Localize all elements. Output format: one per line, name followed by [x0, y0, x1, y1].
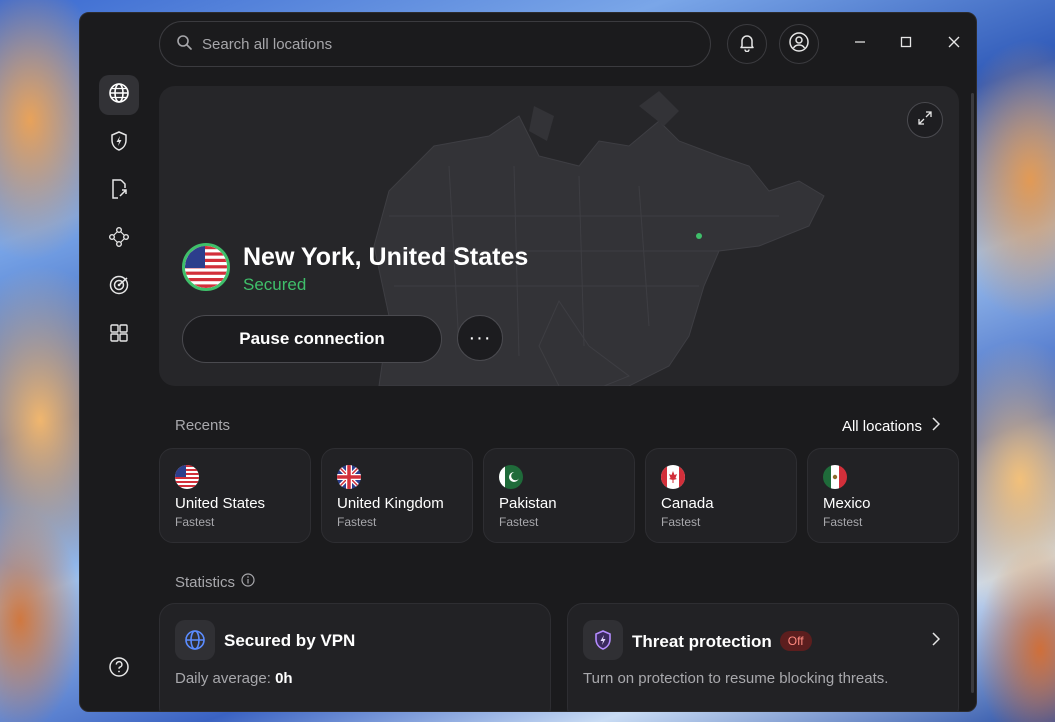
- recent-location-card[interactable]: Mexico Fastest: [807, 448, 959, 543]
- connection-status: Secured: [243, 275, 307, 294]
- recent-location-name: Pakistan: [499, 495, 557, 512]
- all-locations-label: All locations: [841, 417, 922, 435]
- recent-location-sub: Fastest: [499, 515, 539, 529]
- search-input[interactable]: [202, 35, 662, 53]
- help-button[interactable]: [99, 649, 139, 689]
- recent-location-name: United States: [175, 495, 266, 512]
- vpn-stats-title: Secured by VPN: [224, 631, 356, 650]
- sidebar-item-apps[interactable]: [99, 315, 139, 355]
- status-badge: Off: [779, 631, 812, 651]
- expand-icon: [918, 110, 932, 130]
- minimize-icon: [854, 35, 866, 53]
- maximize-button[interactable]: [895, 33, 917, 55]
- bell-icon: [737, 32, 757, 57]
- recent-location-name: Canada: [661, 495, 714, 512]
- sidebar-item-vpn[interactable]: [99, 75, 139, 115]
- sidebar-item-threat-protection[interactable]: [99, 123, 139, 163]
- recent-location-sub: Fastest: [823, 515, 863, 529]
- account-button[interactable]: [779, 24, 819, 64]
- more-options-button[interactable]: ···: [457, 315, 503, 361]
- recent-location-card[interactable]: Canada Fastest: [645, 448, 797, 543]
- minimize-button[interactable]: [849, 33, 871, 55]
- notifications-button[interactable]: [727, 24, 767, 64]
- chevron-right-icon[interactable]: [932, 632, 941, 651]
- recent-location-name: United Kingdom: [337, 495, 444, 512]
- app-window: New York, United States Secured Pause co…: [79, 12, 977, 712]
- chevron-right-icon: [932, 417, 941, 435]
- all-locations-link[interactable]: All locations: [841, 417, 941, 435]
- maximize-icon: [900, 35, 912, 53]
- scrollbar[interactable]: [971, 93, 974, 693]
- connection-map[interactable]: New York, United States Secured Pause co…: [159, 86, 959, 386]
- expand-map-button[interactable]: [907, 102, 943, 138]
- close-button[interactable]: [943, 33, 965, 55]
- threat-protection-desc: Turn on protection to resume blocking th…: [583, 670, 889, 687]
- statistics-header: Statistics: [175, 573, 255, 591]
- threat-protection-card[interactable]: Threat protection Off Turn on protection …: [567, 603, 959, 711]
- daily-average-value: 0h: [275, 670, 293, 687]
- location-dot: [696, 233, 702, 239]
- threat-protection-title-row: Threat protection Off: [632, 631, 812, 652]
- recent-location-sub: Fastest: [337, 515, 377, 529]
- sidebar-item-file-share[interactable]: [99, 171, 139, 211]
- daily-average-label: Daily average:: [175, 670, 276, 687]
- us-flag-icon: [175, 465, 199, 489]
- pakistan-flag-icon: [499, 465, 523, 489]
- apps-grid-icon: [108, 322, 130, 349]
- recent-location-card[interactable]: United States Fastest: [159, 448, 311, 543]
- search-bar[interactable]: [159, 21, 711, 67]
- uk-flag-icon: [337, 465, 361, 489]
- pause-connection-button[interactable]: Pause connection: [182, 315, 442, 363]
- recent-location-name: Mexico: [823, 495, 871, 512]
- recents-label: Recents: [175, 417, 231, 434]
- search-icon: [176, 34, 192, 55]
- current-location: New York, United States: [243, 243, 529, 271]
- info-icon[interactable]: [241, 573, 255, 591]
- vpn-globe-icon: [175, 620, 215, 660]
- us-flag-icon: [182, 243, 230, 291]
- vpn-stats-card[interactable]: Secured by VPN Daily average: 0h: [159, 603, 551, 711]
- file-share-icon: [108, 178, 130, 205]
- statistics-label: Statistics: [175, 573, 236, 591]
- recent-location-sub: Fastest: [661, 515, 701, 529]
- user-icon: [788, 31, 810, 58]
- sidebar-item-dark-web-monitor[interactable]: [99, 267, 139, 307]
- threat-protection-title: Threat protection: [632, 632, 772, 651]
- mexico-flag-icon: [823, 465, 847, 489]
- meshnet-icon: [108, 226, 130, 253]
- help-icon: [108, 656, 130, 683]
- target-icon: [108, 274, 130, 301]
- sidebar-item-meshnet[interactable]: [99, 219, 139, 259]
- threat-shield-icon: [583, 620, 623, 660]
- close-icon: [948, 35, 960, 53]
- shield-bolt-icon: [108, 130, 130, 157]
- recent-location-card[interactable]: Pakistan Fastest: [483, 448, 635, 543]
- canada-flag-icon: [661, 465, 685, 489]
- globe-icon: [108, 82, 130, 109]
- recent-location-card[interactable]: United Kingdom Fastest: [321, 448, 473, 543]
- recent-location-sub: Fastest: [175, 515, 215, 529]
- vpn-stats-desc: Daily average: 0h: [175, 670, 293, 687]
